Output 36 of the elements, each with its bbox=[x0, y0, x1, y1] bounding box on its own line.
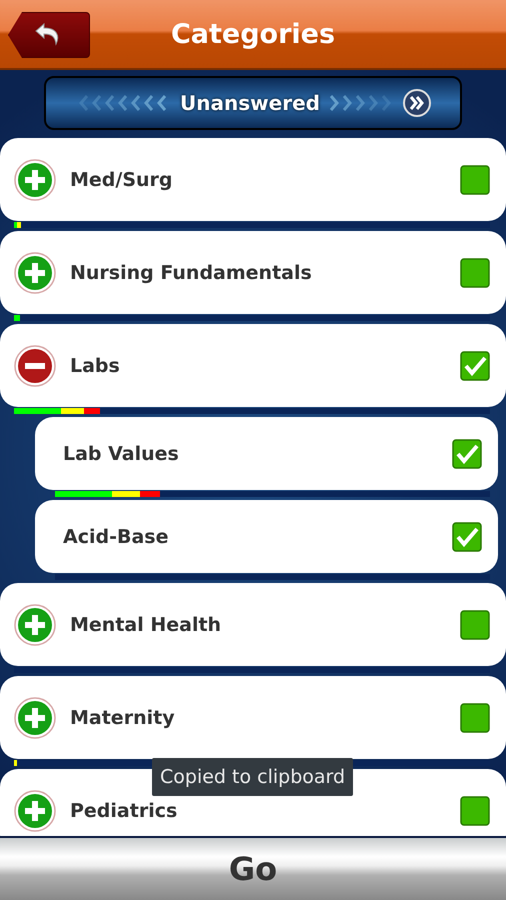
category-name: Mental Health bbox=[70, 614, 222, 636]
checkbox[interactable] bbox=[452, 522, 482, 552]
category-name: Pediatrics bbox=[70, 800, 178, 822]
category-name: Acid-Base bbox=[63, 526, 170, 548]
checkbox[interactable] bbox=[460, 796, 490, 826]
plus-icon[interactable] bbox=[14, 252, 56, 294]
category-row[interactable]: Labs bbox=[0, 324, 506, 407]
category-name: Nursing Fundamentals bbox=[70, 262, 313, 284]
filter-label: Unanswered bbox=[179, 91, 321, 115]
category-row[interactable]: Acid-Base bbox=[35, 500, 498, 573]
category-row[interactable]: Mental Health bbox=[0, 583, 506, 666]
checkbox[interactable] bbox=[460, 164, 490, 194]
category-name: Maternity bbox=[70, 706, 176, 728]
category-row[interactable]: Maternity bbox=[0, 676, 506, 759]
back-button[interactable] bbox=[8, 12, 90, 58]
next-icon[interactable] bbox=[402, 88, 432, 118]
plus-icon[interactable] bbox=[14, 696, 56, 738]
category-row[interactable]: Nursing Fundamentals bbox=[0, 231, 506, 314]
plus-icon[interactable] bbox=[14, 790, 56, 832]
copied-toast: Copied to clipboard bbox=[152, 758, 354, 796]
screen-title: Categories bbox=[170, 18, 336, 50]
minus-icon[interactable] bbox=[14, 344, 56, 386]
category-name: Med/Surg bbox=[70, 168, 174, 190]
category-name: Labs bbox=[70, 354, 121, 376]
category-row[interactable]: Med/Surg bbox=[0, 138, 506, 221]
filter-selector[interactable]: Unanswered bbox=[44, 76, 462, 130]
category-name: Lab Values bbox=[63, 442, 180, 464]
checkbox[interactable] bbox=[460, 702, 490, 732]
plus-icon[interactable] bbox=[14, 604, 56, 646]
go-button[interactable]: Go bbox=[208, 846, 298, 892]
checkbox[interactable] bbox=[460, 610, 490, 640]
category-row[interactable]: Lab Values bbox=[35, 417, 498, 490]
checkbox[interactable] bbox=[460, 258, 490, 288]
checkbox[interactable] bbox=[460, 350, 490, 380]
checkbox[interactable] bbox=[452, 438, 482, 468]
plus-icon[interactable] bbox=[14, 158, 56, 200]
